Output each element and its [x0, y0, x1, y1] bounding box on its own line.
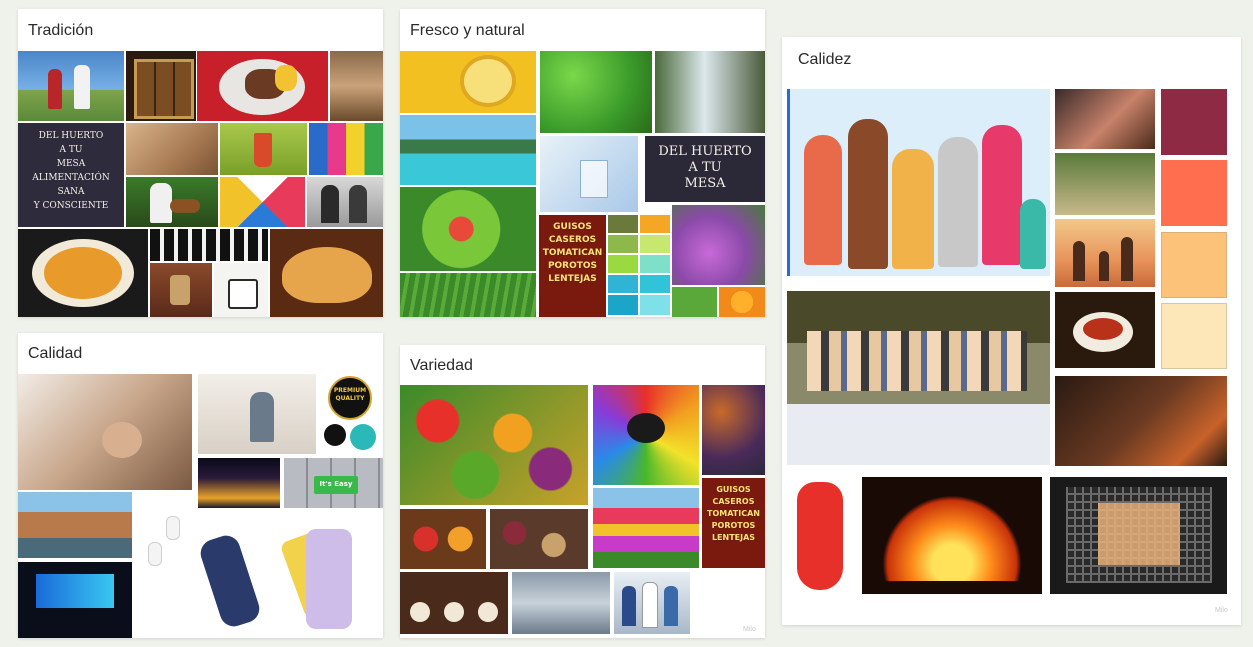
- nokia-phone-photo[interactable]: [192, 530, 270, 634]
- palette-swatch-4: [1161, 303, 1227, 369]
- mate-cup-photo[interactable]: [150, 263, 212, 317]
- empanada-photo[interactable]: [270, 229, 383, 317]
- coffee-cups-photo[interactable]: [400, 572, 508, 634]
- guisos-sign-variedad[interactable]: GUISOS CASEROS TOMATICAN POROTOS LENTEJA…: [702, 478, 765, 568]
- pottery-photo[interactable]: [126, 123, 218, 175]
- palette-swatch-2: [1161, 160, 1227, 226]
- colorful-signs-photo[interactable]: [309, 123, 383, 175]
- canal-bikes-photo[interactable]: [18, 492, 132, 558]
- chalkboard-text: DEL HUERTO A TU MESA: [658, 144, 752, 191]
- watermark: Milo: [743, 626, 756, 633]
- fireplace-photo[interactable]: [862, 477, 1042, 594]
- dish-photo[interactable]: [197, 51, 328, 121]
- old-portrait-photo[interactable]: [307, 177, 383, 227]
- autumn-leaves-photo[interactable]: [702, 385, 765, 475]
- tea-cup-photo[interactable]: [1055, 292, 1155, 368]
- quality-seal-teal[interactable]: [350, 424, 376, 450]
- las-vegas-photo[interactable]: [198, 458, 280, 508]
- fish-market-photo[interactable]: [512, 572, 610, 634]
- wood-carving-photo[interactable]: [126, 51, 196, 121]
- sign-text: GUISOS CASEROS TOMATICAN POROTOS LENTEJA…: [542, 222, 603, 284]
- board-title: Tradición: [28, 22, 94, 39]
- guisos-sign-photo[interactable]: GUISOS CASEROS TOMATICAN POROTOS LENTEJA…: [539, 215, 606, 317]
- passion-fruit-photo[interactable]: [400, 51, 536, 113]
- color-palette-green[interactable]: [608, 215, 670, 317]
- relaxed-man-photo[interactable]: [198, 374, 316, 454]
- quality-seal-dark[interactable]: [324, 424, 346, 446]
- soup-bowl-photo[interactable]: [18, 229, 148, 317]
- family-outdoor-photo[interactable]: [1055, 153, 1155, 215]
- watermark: Milo: [1215, 607, 1228, 614]
- orange-slices-photo[interactable]: [719, 287, 765, 317]
- textile-pattern-photo[interactable]: [220, 177, 305, 227]
- crop-field-photo[interactable]: [400, 273, 536, 317]
- leaf-photo[interactable]: [672, 287, 717, 317]
- mother-baby-photo[interactable]: [1055, 89, 1155, 149]
- vegetables-photo[interactable]: [400, 385, 588, 505]
- board-title: Calidad: [28, 345, 83, 362]
- palette-swatch-1: [1161, 89, 1227, 155]
- family-illustration[interactable]: [787, 89, 1050, 276]
- chalkboard-text: DEL HUERTO A TU MESA ALIMENTACIÓN SANA Y…: [32, 131, 110, 211]
- rainbow-pencils-photo[interactable]: [593, 385, 699, 485]
- tulip-field-photo[interactable]: [593, 488, 699, 568]
- family-gathering-photo[interactable]: [787, 291, 1050, 465]
- guitar-player-photo[interactable]: [126, 177, 218, 227]
- hot-water-bottle-photo[interactable]: [789, 478, 851, 594]
- salad-photo[interactable]: [400, 187, 536, 271]
- drink-photo[interactable]: [220, 123, 307, 175]
- board-title: Variedad: [410, 357, 473, 374]
- family-silhouette-photo[interactable]: [1055, 219, 1155, 287]
- gas-heater-photo[interactable]: [1050, 477, 1227, 594]
- premium-badge-text: PREMIUM QUALITY: [333, 387, 367, 402]
- sign-text: GUISOS CASEROS TOMATICAN POROTOS LENTEJA…: [707, 485, 760, 542]
- group-people-photo[interactable]: [614, 572, 690, 634]
- chalkboard-mesa-photo[interactable]: DEL HUERTO A TU MESA: [645, 136, 765, 202]
- water-glass-photo[interactable]: [540, 136, 638, 212]
- mint-leaves-photo[interactable]: [540, 51, 652, 133]
- gaming-setup-photo[interactable]: [18, 562, 132, 638]
- waterfall-photo[interactable]: [655, 51, 765, 133]
- lake-photo[interactable]: [400, 115, 536, 185]
- spices-photo[interactable]: [400, 509, 486, 569]
- mapuche-pattern-photo[interactable]: [150, 229, 268, 261]
- jeweler-photo[interactable]: [18, 374, 192, 490]
- palette-swatch-3: [1161, 232, 1227, 298]
- cozy-feet-photo[interactable]: [1055, 376, 1227, 466]
- market-stall-photo[interactable]: [330, 51, 383, 121]
- enamel-mug-photo[interactable]: [214, 263, 268, 317]
- key-easy-text: It's Easy: [319, 480, 353, 488]
- board-title: Calidez: [798, 51, 852, 68]
- premium-badge[interactable]: PREMIUM QUALITY: [326, 374, 374, 422]
- keyboard-photo[interactable]: It's Easy: [284, 458, 383, 508]
- iphone-photo[interactable]: [276, 525, 383, 638]
- flower-field-photo[interactable]: [672, 205, 765, 285]
- board-title: Fresco y natural: [410, 22, 525, 39]
- dancers-photo[interactable]: [18, 51, 124, 121]
- chalkboard-photo[interactable]: DEL HUERTO A TU MESA ALIMENTACIÓN SANA Y…: [18, 123, 124, 227]
- potatoes-photo[interactable]: [490, 509, 588, 569]
- earphones-photo[interactable]: [138, 512, 188, 638]
